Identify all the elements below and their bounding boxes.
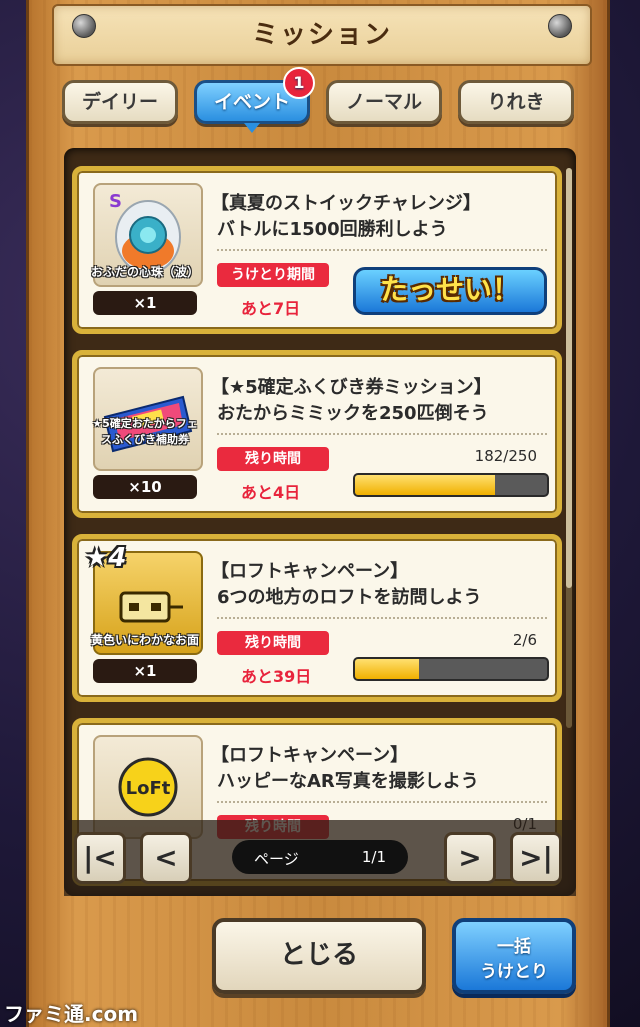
- tab-label: デイリー: [81, 91, 158, 113]
- last-page-icon: >|: [519, 841, 553, 874]
- notification-badge: 1: [283, 67, 315, 99]
- prev-page-button[interactable]: <: [140, 832, 192, 884]
- tab-label: イベント: [213, 91, 290, 113]
- mission-description: バトルに1500回勝利しよう: [217, 219, 448, 240]
- scrollbar-thumb[interactable]: [566, 168, 572, 588]
- first-page-button[interactable]: |<: [74, 832, 126, 884]
- pin-icon: [548, 14, 572, 38]
- progress-count: 182/250: [474, 447, 537, 465]
- page-value: 1/1: [361, 848, 386, 866]
- item-name: ★5確定おたからフェスふくびき補助券: [92, 417, 198, 446]
- last-page-button[interactable]: >|: [510, 832, 562, 884]
- mission-description: 6つの地方のロフトを訪問しよう: [217, 587, 482, 608]
- mission-title: 【ロフトキャンペーン】: [211, 745, 409, 766]
- tab-daily[interactable]: デイリー: [62, 80, 178, 124]
- item-name: おふだの心珠（波）: [90, 265, 199, 279]
- remaining-time: あと39日: [241, 667, 312, 686]
- close-button[interactable]: とじる: [212, 918, 426, 994]
- mission-description: ハッピーなAR写真を撮影しよう: [217, 771, 479, 792]
- mission-card: ★4 黄色いにわかなお面 ×1 【ロフトキャンペーン】 6つの地方のロフトを訪問…: [72, 534, 562, 702]
- divider: [217, 249, 547, 251]
- item-rank-label: S: [109, 191, 122, 212]
- mission-description: おたからミミックを250匹倒そう: [217, 403, 489, 424]
- star-rank-label: ★4: [85, 543, 127, 573]
- progress-fill: [355, 475, 495, 495]
- status-label: うけとり期間: [217, 263, 329, 287]
- divider: [217, 801, 547, 803]
- tab-event[interactable]: イベント 1: [194, 67, 315, 133]
- tab-normal[interactable]: ノーマル: [326, 80, 442, 124]
- scrollbar[interactable]: [566, 168, 572, 728]
- achieved-claim-button[interactable]: たっせい！: [353, 267, 547, 315]
- item-quantity: ×10: [93, 475, 197, 499]
- mission-title: 【★5確定ふくびき券ミッション】: [211, 377, 492, 398]
- loft-logo-text: LoFt: [126, 778, 171, 799]
- first-page-icon: |<: [83, 841, 117, 874]
- watermark-logo: ファミ通.com: [4, 1002, 139, 1026]
- progress-fill: [355, 659, 419, 679]
- next-page-icon: >: [458, 841, 482, 874]
- claim-all-line2: うけとり: [480, 962, 548, 982]
- next-page-button[interactable]: >: [444, 832, 496, 884]
- pin-icon: [72, 14, 96, 38]
- mission-list[interactable]: S おふだの心珠（波） ×1 【真夏のストイックチャレンジ】 バトルに1500回…: [64, 148, 576, 896]
- mission-title: 【ロフトキャンペーン】: [211, 561, 409, 582]
- item-quantity: ×1: [93, 659, 197, 683]
- pagination-bar: |< < ページ 1/1 > >|: [64, 820, 576, 896]
- status-label: 残り時間: [217, 447, 329, 471]
- title-plate: ミッション: [52, 4, 592, 66]
- claim-all-line1: 一括: [497, 937, 531, 957]
- progress-bar: [353, 473, 549, 497]
- mission-card: ★5確定おたからフェスふくびき補助券 ×10 【★5確定ふくびき券ミッション】 …: [72, 350, 562, 518]
- mission-title: 【真夏のストイックチャレンジ】: [211, 193, 481, 214]
- mission-tabs: デイリー イベント 1 ノーマル りれき: [62, 67, 582, 133]
- mission-card: S おふだの心珠（波） ×1 【真夏のストイックチャレンジ】 バトルに1500回…: [72, 166, 562, 334]
- claim-all-button[interactable]: 一括 うけとり: [452, 918, 576, 994]
- remaining-time: あと7日: [241, 299, 301, 318]
- remaining-time: あと4日: [241, 483, 301, 502]
- divider: [217, 433, 547, 435]
- tab-label: りれき: [487, 91, 545, 113]
- item-name: 黄色いにわかなお面: [90, 633, 199, 647]
- progress-bar: [353, 657, 549, 681]
- item-quantity: ×1: [93, 291, 197, 315]
- divider: [217, 617, 547, 619]
- active-tab-arrow-icon: [244, 123, 260, 133]
- page-title: ミッション: [251, 20, 392, 50]
- page-indicator: ページ 1/1: [232, 840, 408, 874]
- status-label: 残り時間: [217, 631, 329, 655]
- tab-history[interactable]: りれき: [458, 80, 574, 124]
- tab-label: ノーマル: [345, 91, 422, 113]
- page-label: ページ: [254, 850, 299, 868]
- progress-count: 2/6: [512, 631, 537, 649]
- prev-page-icon: <: [154, 841, 178, 874]
